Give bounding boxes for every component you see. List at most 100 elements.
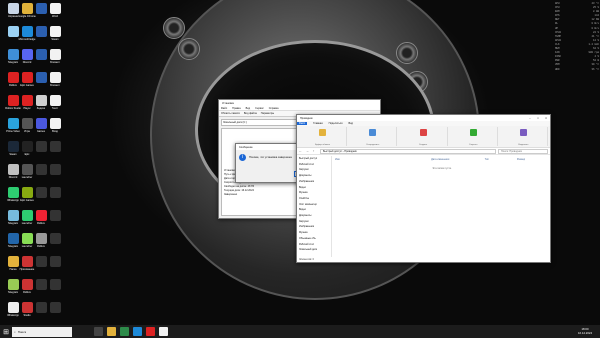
empty-folder-text: Эта папка пуста. <box>432 167 452 170</box>
desktop-icon-label <box>45 199 65 205</box>
column-header[interactable]: Тип <box>485 158 517 161</box>
explorer-window: Проводник – □ ✕ Файл Главная Поделиться Вид… <box>296 114 551 263</box>
desktop-icon-label <box>45 314 65 320</box>
minimize-icon[interactable]: – <box>526 117 534 120</box>
dialog-message: Похоже, что установка завершена <box>249 156 292 159</box>
helmet-lamp <box>178 38 200 60</box>
helmet-lamp <box>396 42 418 64</box>
ribbon-group: Упорядочить <box>349 127 398 146</box>
folder-icon[interactable] <box>107 327 116 336</box>
desktop-icon-label: Steam <box>51 38 59 41</box>
desktop-icons: Корзина Google Chrome Word Microsoft Edge St… <box>0 0 61 320</box>
desktop-icon-label: Блокнот <box>50 61 60 64</box>
up-icon[interactable]: ↑ <box>313 149 318 153</box>
ribbon-group: Открыть <box>450 127 498 146</box>
desktop-icon-label <box>45 291 65 297</box>
desktop-icon[interactable] <box>45 233 65 251</box>
desktop-icon-label: Текст <box>51 107 59 110</box>
back-icon[interactable]: ← <box>299 149 304 153</box>
search-box[interactable]: Поиск: Проводник <box>498 148 548 154</box>
task-view-icon[interactable] <box>94 327 103 336</box>
tab[interactable]: Параметры <box>261 112 274 115</box>
address-bar[interactable]: Быстрый доступ › Проводник <box>320 148 496 154</box>
system-monitor-widget: GPU 43 °C CPU 25 % RAM 8 GB FPS 144 NET 12 KB DL 0 … <box>555 2 599 72</box>
column-header[interactable]: Размер <box>517 158 549 161</box>
app-icon <box>49 3 61 14</box>
opera-icon[interactable] <box>146 327 155 336</box>
ribbon-button-icon[interactable] <box>369 129 377 136</box>
desktop-icon-label: Вход <box>52 130 58 133</box>
desktop-icon[interactable] <box>45 187 65 205</box>
app-icon <box>49 26 61 37</box>
desktop-icon-label <box>45 245 65 251</box>
widget-key: HDD <box>555 67 560 71</box>
app-icon <box>49 210 61 221</box>
maximize-icon[interactable]: □ <box>534 117 542 120</box>
desktop-icon[interactable]: Блокнот <box>45 49 65 67</box>
ribbon-tab[interactable]: Вид <box>348 122 353 125</box>
menu-item[interactable]: Справка <box>269 107 279 110</box>
app-icon <box>49 95 61 106</box>
ribbon-button-icon[interactable] <box>469 129 477 136</box>
desktop-icon[interactable] <box>45 164 65 182</box>
desktop-icon-label <box>45 222 65 228</box>
forward-icon[interactable]: → <box>306 149 311 153</box>
helmet-lamp <box>163 17 185 39</box>
ribbon-group: Выделить <box>500 127 549 146</box>
tab[interactable]: Область памяти <box>221 112 240 115</box>
ribbon-group-label: Упорядочить <box>366 144 380 146</box>
desktop-icon[interactable]: Вход <box>45 118 65 136</box>
nav-item[interactable]: Локальный диск <box>299 247 331 253</box>
menu-item[interactable]: Правка <box>232 107 240 110</box>
desktop-icon-label <box>45 153 65 159</box>
desktop-icon[interactable] <box>45 256 65 274</box>
ribbon-tab[interactable]: Поделиться <box>329 122 343 125</box>
app-icon[interactable] <box>159 327 168 336</box>
desktop-icon[interactable]: Блокнот <box>45 72 65 90</box>
desktop-icon-label: Блокнот <box>50 84 60 87</box>
desktop-icon[interactable]: Word <box>45 3 65 21</box>
desktop-icon-label <box>45 176 65 182</box>
menu-item[interactable]: Файл <box>221 107 227 110</box>
close-icon[interactable]: ✕ <box>542 117 550 120</box>
taskbar-search[interactable]: ⌕ Поиск <box>12 326 72 337</box>
ribbon-group-label: Создать <box>418 144 428 146</box>
desktop-icon[interactable] <box>45 210 65 228</box>
app-icon <box>49 164 61 175</box>
app-icon <box>49 302 61 313</box>
desktop-icon[interactable]: Текст <box>45 95 65 113</box>
ribbon-button-icon[interactable] <box>519 129 527 136</box>
navigation-pane: Быстрый доступ Рабочий стол Загрузки Докуме… <box>297 156 332 257</box>
desktop-icon[interactable] <box>45 279 65 297</box>
app-icon <box>49 233 61 244</box>
app-icon <box>49 49 61 60</box>
desktop-icon[interactable] <box>45 302 65 320</box>
menu-item[interactable]: Сервис <box>255 107 264 110</box>
ribbon: Буфер обмена Упорядочить Создать Открыть Выд… <box>297 126 550 148</box>
desktop-icon-label: Word <box>52 15 58 18</box>
ribbon-group-label: Выделить <box>518 144 529 146</box>
chrome-icon[interactable] <box>120 327 129 336</box>
desktop-icon[interactable]: Steam <box>45 26 65 44</box>
taskbar-apps <box>92 327 170 336</box>
tab[interactable]: Вид файла <box>244 112 257 115</box>
ribbon-tab[interactable]: Главная <box>313 122 323 125</box>
ribbon-button-icon[interactable] <box>419 129 427 136</box>
column-headers: Имя Дата изменения Тип Размер <box>335 157 549 161</box>
column-header[interactable]: Имя <box>335 158 431 161</box>
widget-row: HDD 36 °C <box>555 68 599 72</box>
ribbon-tab[interactable]: Файл <box>297 122 308 125</box>
clock[interactable]: 18:00 16.12.2024 <box>578 327 592 335</box>
info-icon: i <box>239 154 246 161</box>
app-icon <box>49 72 61 83</box>
desktop-icon[interactable] <box>45 141 65 159</box>
menu-item[interactable]: Вид <box>246 107 251 110</box>
taskbar: ⊞ ⌕ Поиск 18:00 16.12.2024 <box>0 325 600 338</box>
widget-value: 36 °C <box>591 67 599 71</box>
ribbon-button-icon[interactable] <box>319 129 327 136</box>
status-bar: Элементов: 0 <box>299 258 314 261</box>
start-button[interactable]: ⊞ <box>0 325 12 338</box>
edge-icon[interactable] <box>133 327 142 336</box>
column-header[interactable]: Дата изменения <box>431 158 485 161</box>
ribbon-group-label: Открыть <box>468 144 478 146</box>
